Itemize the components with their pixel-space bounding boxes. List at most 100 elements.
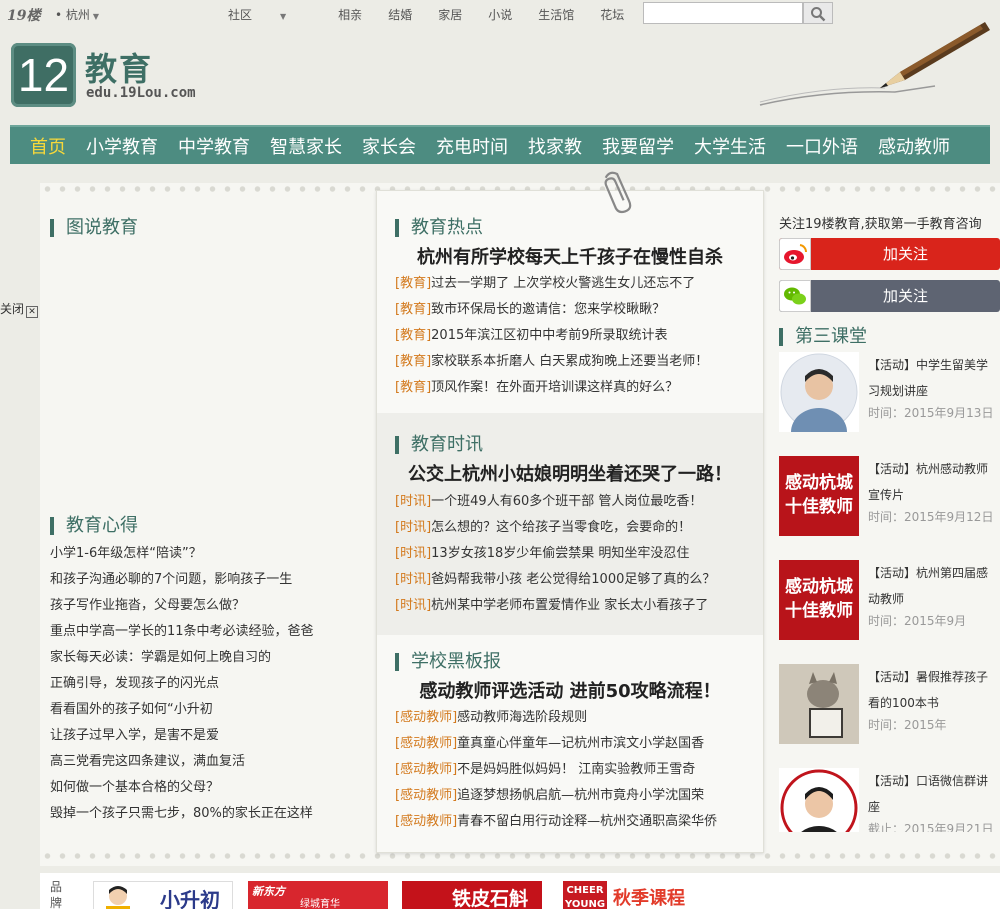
activity-thumbnail[interactable]	[779, 352, 859, 432]
section-title-hotspot[interactable]: 教育热点	[395, 219, 483, 237]
section-title-news[interactable]: 教育时讯	[395, 436, 483, 454]
nav-item-study-abroad[interactable]: 我要留学	[602, 133, 674, 159]
list-item[interactable]: 正确引导，发现孩子的闪光点	[50, 671, 350, 697]
brand-ad-xindongfang[interactable]: 新东方 绿城育华	[248, 881, 388, 909]
section-title-blackboard[interactable]: 学校黑板报	[395, 653, 501, 671]
news-list-blackboard: [感动教师]感动教师海选阶段规则 [感动教师]童真童心伴童年—记杭州市滨文小学赵…	[395, 705, 755, 835]
site-logo[interactable]: 19楼	[7, 5, 40, 25]
thumbnail-text: 感动杭城 十佳教师	[785, 473, 853, 517]
activity-thumbnail[interactable]: 感动杭城 十佳教师	[779, 560, 859, 640]
weibo-follow-button[interactable]: 加关注	[779, 238, 1000, 270]
news-item[interactable]: [时讯]怎么想的？这个给孩子当零食吃，会要命的！	[395, 515, 755, 541]
list-item[interactable]: 如何做一个基本合格的父母？	[50, 775, 350, 801]
brand-ad-cheeryoung[interactable]: CHEER YOUNG 秋季课程	[563, 881, 703, 909]
top-nav-wedding[interactable]: 结婚	[388, 6, 412, 23]
news-item[interactable]: [感动教师]追逐梦想扬帆启航—杭州市竟舟小学沈国荣	[395, 783, 755, 809]
activity-time: 时间：2015年9月13日	[868, 406, 994, 420]
news-item[interactable]: [教育]家校联系本折磨人 白天累成狗晚上还要当老师！	[395, 349, 755, 375]
activity-thumbnail[interactable]	[779, 664, 859, 744]
nav-item-parent-meeting[interactable]: 家长会	[362, 133, 416, 159]
channel-title: 教育	[85, 50, 154, 88]
activity-item[interactable]: 【活动】暑假推荐孩子看的100本书 时间：2015年	[779, 664, 1000, 746]
nav-item-tutor[interactable]: 找家教	[528, 133, 582, 159]
list-item[interactable]: 小学1-6年级怎样“陪读”？	[50, 541, 350, 567]
news-item[interactable]: [时讯]杭州某中学老师布置爱情作业 家长太小看孩子了	[395, 593, 755, 619]
nav-item-recharge[interactable]: 充电时间	[436, 133, 508, 159]
news-item[interactable]: [时讯]爸妈帮我带小孩 老公觉得给1000足够了真的么？	[395, 567, 755, 593]
list-item[interactable]: 和孩子沟通必聊的7个问题，影响孩子一生	[50, 567, 350, 593]
news-tag[interactable]: [教育]	[395, 380, 431, 395]
nav-item-middle[interactable]: 中学教育	[178, 133, 250, 159]
weibo-icon	[779, 238, 811, 270]
list-item[interactable]: 孩子写作业拖沓，父母要怎么做？	[50, 593, 350, 619]
news-tag[interactable]: [时讯]	[395, 598, 431, 613]
list-item[interactable]: 毁掉一个孩子只需七步，80%的家长正在这样	[50, 801, 350, 827]
activity-title[interactable]: 【活动】口语微信群讲座	[868, 768, 993, 820]
headline-blackboard[interactable]: 感动教师评选活动 进前50攻略流程！	[376, 677, 764, 703]
nav-item-primary[interactable]: 小学教育	[86, 133, 158, 159]
headline-news[interactable]: 公交上杭州小姑娘明明坐着还哭了一路！	[376, 460, 764, 486]
news-tag[interactable]: [教育]	[395, 302, 431, 317]
news-tag[interactable]: [时讯]	[395, 494, 431, 509]
news-item[interactable]: [感动教师]不是妈妈胜似妈妈！ 江南实验教师王雪奇	[395, 757, 755, 783]
news-tag[interactable]: [感动教师]	[395, 762, 457, 777]
news-tag[interactable]: [时讯]	[395, 520, 431, 535]
news-tag[interactable]: [教育]	[395, 354, 431, 369]
news-item[interactable]: [感动教师]感动教师海选阶段规则	[395, 705, 755, 731]
news-tag[interactable]: [感动教师]	[395, 788, 457, 803]
activity-title[interactable]: 【活动】中学生留美学习规划讲座	[868, 352, 993, 404]
activity-title[interactable]: 【活动】杭州第四届感动教师	[868, 560, 993, 612]
news-item[interactable]: [教育]2015年滨江区初中中考前9所录取统计表	[395, 323, 755, 349]
news-item[interactable]: [教育]致市环保局长的邀请信：您来学校瞅瞅？	[395, 297, 755, 323]
news-item[interactable]: [教育]过去一学期了 上次学校火警逃生女儿还忘不了	[395, 271, 755, 297]
list-item[interactable]: 重点中学高一学长的11条中考必读经验，爸爸	[50, 619, 350, 645]
brand-ad-xiaoshengchu[interactable]: 小升初	[93, 881, 233, 909]
news-item[interactable]: [感动教师]青春不留白用行动诠释—杭州交通职高梁华侨	[395, 809, 755, 835]
section-title-classroom[interactable]: 第三课堂	[779, 328, 867, 346]
top-nav-home[interactable]: 家居	[438, 6, 462, 23]
activity-item[interactable]: 感动杭城 十佳教师 【活动】杭州感动教师宣传片 时间：2015年9月12日	[779, 456, 1000, 538]
news-item[interactable]: [感动教师]童真童心伴童年—记杭州市滨文小学赵国香	[395, 731, 755, 757]
activity-item[interactable]: 【活动】口语微信群讲座 截止：2015年9月21日	[779, 768, 1000, 832]
brand-ad-tiepishihu[interactable]: 铁皮石斛	[402, 881, 542, 909]
news-tag[interactable]: [教育]	[395, 276, 431, 291]
activity-item[interactable]: 感动杭城 十佳教师 【活动】杭州第四届感动教师 时间：2015年9月	[779, 560, 1000, 642]
headline-hotspot[interactable]: 杭州有所学校每天上千孩子在慢性自杀	[376, 243, 764, 269]
list-item[interactable]: 高三党看完这四条建议，满血复活	[50, 749, 350, 775]
news-tag[interactable]: [教育]	[395, 328, 431, 343]
section-title-tushuo[interactable]: 图说教育	[50, 219, 138, 237]
news-item[interactable]: [时讯]13岁女孩18岁少年偷尝禁果 明知坐牢没忍住	[395, 541, 755, 567]
news-tag[interactable]: [时讯]	[395, 572, 431, 587]
activity-title[interactable]: 【活动】暑假推荐孩子看的100本书	[868, 664, 993, 716]
top-nav-novel[interactable]: 小说	[488, 6, 512, 23]
close-button[interactable]: 关闭 ✕	[0, 300, 39, 318]
top-nav-community[interactable]: 社区 ▼	[228, 6, 312, 23]
nav-item-college[interactable]: 大学生活	[694, 133, 766, 159]
nav-item-foreign-language[interactable]: 一口外语	[786, 133, 858, 159]
activity-thumbnail[interactable]: 感动杭城 十佳教师	[779, 456, 859, 536]
top-nav-flower[interactable]: 花坛	[600, 6, 624, 23]
news-tag[interactable]: [感动教师]	[395, 736, 457, 751]
nav-item-home[interactable]: 首页	[30, 133, 66, 159]
top-nav-dating[interactable]: 相亲	[338, 6, 362, 23]
nav-item-parents[interactable]: 智慧家长	[270, 133, 342, 159]
activity-time: 时间：2015年9月12日	[868, 510, 994, 524]
news-item[interactable]: [教育]顶风作案！在外面开培训课这样真的好么？	[395, 375, 755, 401]
activity-item[interactable]: 【活动】中学生留美学习规划讲座 时间：2015年9月13日	[779, 352, 1000, 434]
activity-title[interactable]: 【活动】杭州感动教师宣传片	[868, 456, 993, 508]
list-item[interactable]: 看看国外的孩子如何“小升初	[50, 697, 350, 723]
top-nav: 社区▼ 相亲 结婚 家居 小说 生活馆 花坛 我家	[228, 6, 700, 23]
list-item[interactable]: 让孩子过早入学，是害不是爱	[50, 723, 350, 749]
activity-thumbnail[interactable]	[779, 768, 859, 832]
top-nav-life[interactable]: 生活馆	[538, 6, 574, 23]
section-title-xinde[interactable]: 教育心得	[50, 517, 138, 535]
news-tag[interactable]: [时讯]	[395, 546, 431, 561]
list-item[interactable]: 家长每天必读：学霸是如何上晚自习的	[50, 645, 350, 671]
nav-item-teachers[interactable]: 感动教师	[878, 133, 950, 159]
weixin-follow-button[interactable]: 加关注	[779, 280, 1000, 312]
news-tag[interactable]: [感动教师]	[395, 814, 457, 829]
city-selector[interactable]: • 杭州 ▼	[55, 6, 99, 23]
news-item[interactable]: [时讯]一个班49人有60多个班干部 管人岗位最吃香！	[395, 489, 755, 515]
channel-logo[interactable]: 12	[11, 43, 76, 107]
news-tag[interactable]: [感动教师]	[395, 710, 457, 725]
